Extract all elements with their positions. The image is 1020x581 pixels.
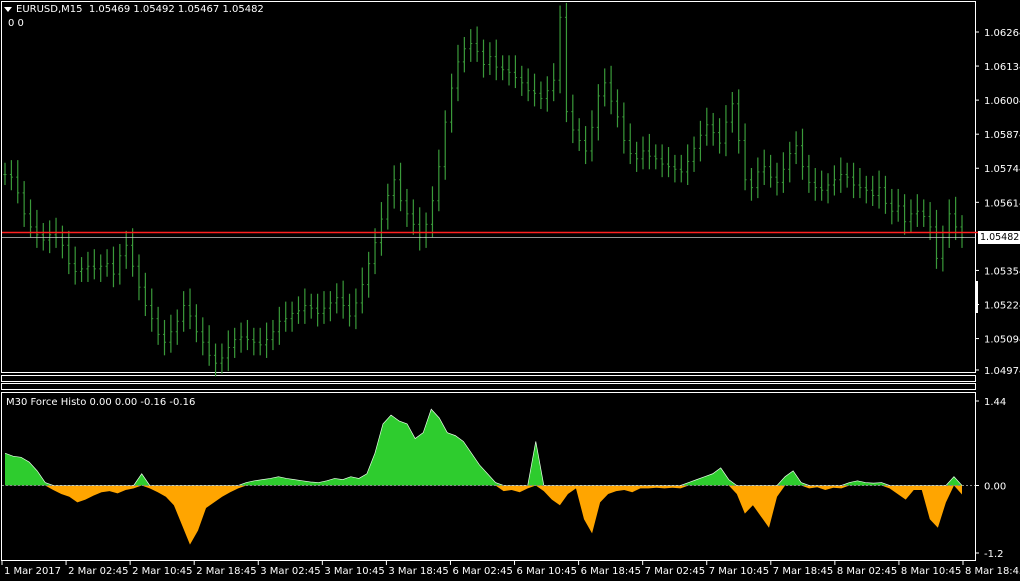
time-tick-label: 2 Mar 02:45 (68, 566, 128, 577)
time-tick-label: 7 Mar 02:45 (645, 566, 705, 577)
price-tick-label: 1.05874 (984, 130, 1020, 141)
price-tick-label: 1.06264 (984, 28, 1020, 39)
price-tick-label: 1.05614 (984, 198, 1020, 209)
price-tick-label: 1.05224 (984, 300, 1020, 311)
price-tick-label: 1.05744 (984, 164, 1020, 175)
pane-separator-2 (1, 383, 976, 390)
price-tick-label: 1.05354 (984, 266, 1020, 277)
indicator-axis: 1.44 0.00 -1.2 (975, 397, 1006, 560)
time-tick-label: 6 Mar 18:45 (581, 566, 641, 577)
indicator-tick-label: 1.44 (984, 397, 1006, 408)
time-tick-label: 7 Mar 18:45 (773, 566, 833, 577)
symbol-label: EURUSD,M15 (16, 4, 83, 15)
time-tick-label: 8 Mar 10:45 (901, 566, 961, 577)
time-tick-label: 3 Mar 10:45 (324, 566, 384, 577)
time-tick-label: 3 Mar 18:45 (388, 566, 448, 577)
indicator-tick-label: 0.00 (984, 482, 1006, 493)
indicator-label: M30 Force Histo 0.00 0.00 -0.16 -0.16 (6, 397, 196, 408)
price-tick-label: 1.05094 (984, 335, 1020, 346)
price-tick-label: 1.06134 (984, 62, 1020, 73)
ohlc-values: 1.05469 1.05492 1.05467 1.05482 (88, 4, 264, 15)
axis-scroll-marker[interactable] (975, 281, 978, 313)
current-price-tag: 1.05482 (978, 231, 1020, 244)
time-axis: 1 Mar 2017 2 Mar 02:45 2 Mar 10:45 2 Mar 18… (1, 561, 1020, 577)
symbol-header: EURUSD,M15 1.05469 1.05492 1.05467 1.054… (4, 4, 264, 15)
time-tick-label: 8 Mar 02:45 (837, 566, 897, 577)
time-tick-label: 8 Mar 18:45 (965, 566, 1020, 577)
time-tick-label: 2 Mar 10:45 (132, 566, 192, 577)
price-tick-label: 1.06004 (984, 96, 1020, 107)
pane-separator[interactable] (1, 375, 976, 382)
time-tick-label: 2 Mar 18:45 (196, 566, 256, 577)
chart-window[interactable]: 1.06264 1.06134 1.06004 1.05874 1.05744 1.056… (0, 0, 1020, 581)
time-tick-label: 6 Mar 02:45 (452, 566, 512, 577)
time-tick-label: 1 Mar 2017 (4, 566, 61, 577)
price-axis: 1.06264 1.06134 1.06004 1.05874 1.05744 1.056… (975, 28, 1020, 377)
time-tick-label: 3 Mar 02:45 (260, 566, 320, 577)
indicator-tick-label: -1.2 (984, 549, 1004, 560)
time-tick-label: 6 Mar 10:45 (517, 566, 577, 577)
sub-values: 0 0 (8, 18, 24, 29)
price-tick-label: 1.04974 (984, 366, 1020, 377)
chevron-down-icon[interactable] (4, 6, 12, 12)
time-tick-label: 7 Mar 10:45 (709, 566, 769, 577)
main-chart-area[interactable] (1, 1, 976, 373)
